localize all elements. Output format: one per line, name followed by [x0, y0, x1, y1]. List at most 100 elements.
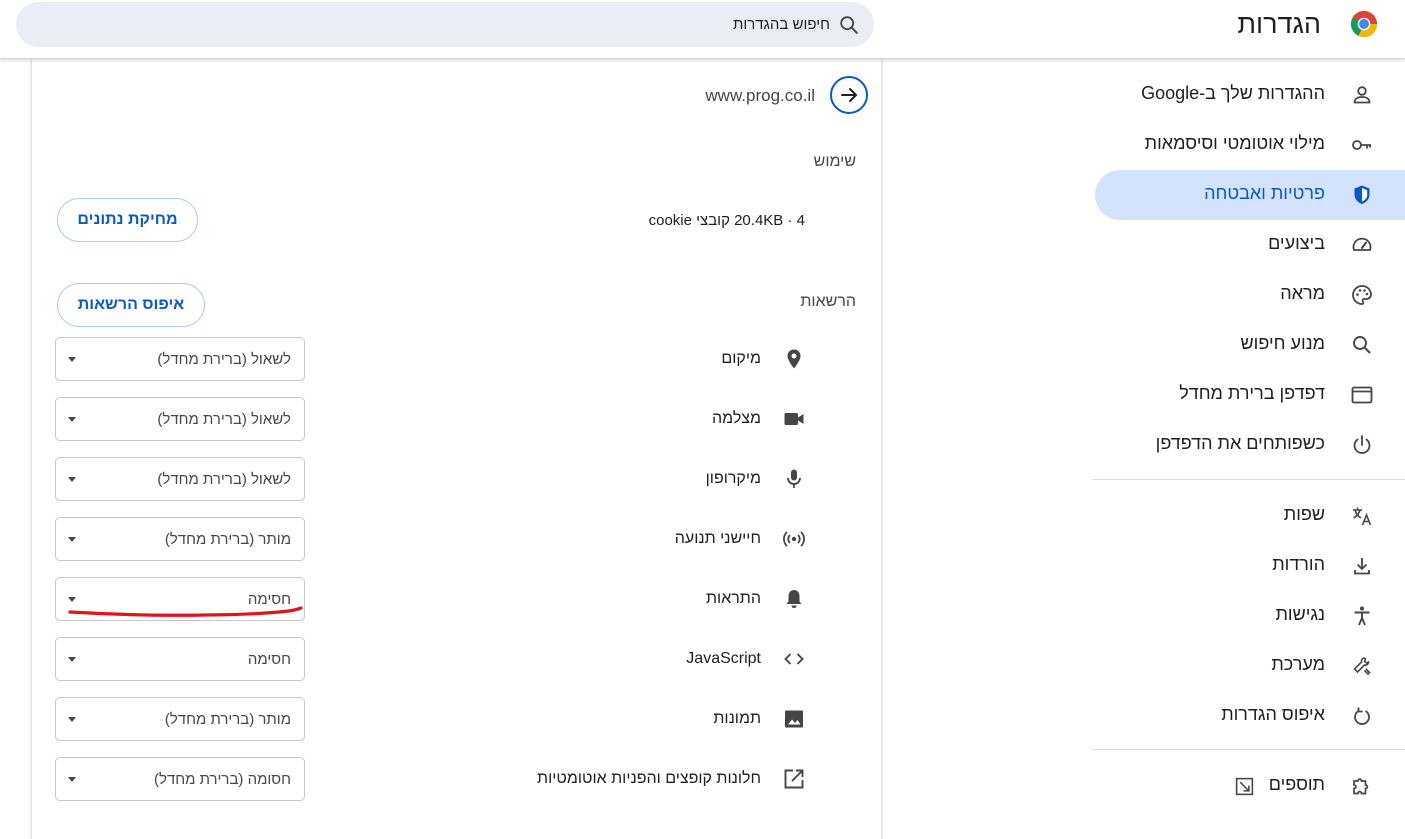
reset-icon	[1354, 707, 1370, 725]
red-annotation-underline	[68, 606, 303, 617]
sidebar-item-extensions[interactable]: תוספים	[1095, 761, 1405, 811]
permission-row-camera: מצלמה לשאול (ברירת מחדל)	[30, 397, 881, 441]
translate-icon	[1353, 507, 1372, 526]
code-icon	[784, 653, 804, 665]
sidebar-item-performance[interactable]: ביצועים	[1095, 220, 1405, 270]
sidebar-divider	[1092, 749, 1405, 750]
sidebar-item-default-browser[interactable]: דפדפן ברירת מחדל	[1095, 370, 1405, 420]
permission-label: מיקרופון	[705, 470, 761, 487]
permission-label: תמונות	[713, 710, 761, 727]
accessibility-icon	[1354, 606, 1370, 626]
sidebar-item-label: פרטיות ואבטחה	[1204, 183, 1325, 203]
person-icon	[1353, 86, 1371, 104]
select-value: לשאול (ברירת מחדל)	[157, 351, 291, 368]
reset-permissions-button[interactable]: איפוס הרשאות	[57, 283, 205, 327]
permission-row-microphone: מיקרופון לשאול (ברירת מחדל)	[30, 457, 881, 501]
open-in-new-icon	[1235, 777, 1254, 796]
select-value: מותר (ברירת מחדל)	[164, 531, 291, 548]
sidebar-item-label: מילוי אוטומטי וסיסמאות	[1144, 133, 1325, 153]
permission-row-images: תמונות מותר (ברירת מחדל)	[30, 697, 881, 741]
site-settings-card: www.prog.co.il שימוש 4 · 20.4KB קובצי co…	[31, 59, 882, 839]
palette-icon	[1352, 285, 1372, 305]
camera-icon	[784, 413, 804, 425]
sidebar-item-downloads[interactable]: הורדות	[1095, 541, 1405, 591]
sidebar-item-label: כשפותחים את הדפדפן	[1155, 433, 1325, 453]
chrome-logo-icon	[1350, 10, 1377, 38]
sidebar-item-autofill[interactable]: מילוי אוטומטי וסיסמאות	[1095, 120, 1405, 170]
power-icon	[1353, 435, 1371, 454]
sidebar-item-google-settings[interactable]: ההגדרות שלך ב-Google	[1095, 70, 1405, 120]
permission-label: JavaScript	[686, 650, 761, 667]
caret-down-icon	[68, 657, 76, 662]
image-icon	[785, 710, 803, 728]
permission-select[interactable]: חסומה (ברירת מחדל)	[55, 757, 305, 801]
permissions-section-title: הרשאות	[800, 293, 856, 310]
sidebar-item-label: ההגדרות שלך ב-Google	[1141, 83, 1325, 103]
settings-sidebar: ההגדרות שלך ב-Google מילוי אוטומטי וסיסמ…	[1092, 59, 1405, 823]
puzzle-icon	[1353, 778, 1369, 795]
caret-down-icon	[68, 597, 76, 602]
select-value: לשאול (ברירת מחדל)	[157, 471, 291, 488]
sidebar-item-on-startup[interactable]: כשפותחים את הדפדפן	[1095, 420, 1405, 470]
permission-row-javascript: JavaScript חסימה	[30, 637, 881, 681]
microphone-icon	[787, 469, 801, 488]
permission-label: חיישני תנועה	[674, 530, 761, 547]
location-pin-icon	[787, 349, 801, 369]
sidebar-item-label: מראה	[1280, 283, 1325, 303]
usage-text: 4 · 20.4KB קובצי cookie	[648, 212, 805, 229]
permission-row-popups: חלונות קופצים והפניות אוטומטיות חסומה (ב…	[30, 757, 881, 801]
permission-row-location: מיקום לשאול (ברירת מחדל)	[30, 337, 881, 381]
sidebar-item-accessibility[interactable]: נגישות	[1095, 591, 1405, 641]
search-icon	[840, 16, 858, 34]
sidebar-item-privacy-security[interactable]: פרטיות ואבטחה	[1095, 170, 1405, 220]
sidebar-item-label: שפות	[1283, 504, 1325, 524]
sidebar-item-system[interactable]: מערכת	[1095, 641, 1405, 691]
select-value: מותר (ברירת מחדל)	[164, 711, 291, 728]
back-button[interactable]	[830, 76, 868, 114]
sidebar-item-label: איפוס הגדרות	[1221, 704, 1325, 724]
page-title: הגדרות	[1237, 9, 1321, 39]
caret-down-icon	[68, 477, 76, 482]
permission-select[interactable]: לשאול (ברירת מחדל)	[55, 337, 305, 381]
usage-section-title: שימוש	[813, 153, 856, 170]
settings-search[interactable]	[16, 2, 874, 47]
permission-select[interactable]: חסימה	[55, 637, 305, 681]
download-icon	[1354, 558, 1370, 575]
sidebar-item-label: ביצועים	[1268, 233, 1325, 253]
select-value: חסימה	[247, 651, 291, 668]
sidebar-item-label: נגישות	[1275, 604, 1325, 624]
sidebar-item-appearance[interactable]: מראה	[1095, 270, 1405, 320]
wrench-icon	[1353, 657, 1371, 676]
shield-icon	[1354, 185, 1370, 204]
sidebar-item-label: מערכת	[1271, 654, 1325, 674]
select-value: חסומה (ברירת מחדל)	[154, 771, 291, 788]
permission-select[interactable]: לשאול (ברירת מחדל)	[55, 397, 305, 441]
permission-select[interactable]: לשאול (ברירת מחדל)	[55, 457, 305, 501]
caret-down-icon	[68, 717, 76, 722]
permission-label: חלונות קופצים והפניות אוטומטיות	[537, 770, 761, 787]
bell-icon	[786, 590, 802, 608]
sidebar-item-search-engine[interactable]: מנוע חיפוש	[1095, 320, 1405, 370]
arrow-icon	[841, 88, 857, 102]
caret-down-icon	[68, 537, 76, 542]
key-icon	[1352, 140, 1371, 150]
search-icon	[1353, 336, 1371, 354]
speedometer-icon	[1352, 237, 1372, 251]
clear-data-button[interactable]: מחיקת נתונים	[57, 198, 198, 242]
caret-down-icon	[68, 357, 76, 362]
permission-select[interactable]: מותר (ברירת מחדל)	[55, 697, 305, 741]
caret-down-icon	[68, 777, 76, 782]
browser-window-icon	[1351, 386, 1373, 404]
permission-row-motion-sensors: חיישני תנועה מותר (ברירת מחדל)	[30, 517, 881, 561]
motion-sensor-icon	[783, 531, 805, 547]
caret-down-icon	[68, 417, 76, 422]
search-input[interactable]	[70, 2, 830, 47]
permission-label: התראות	[706, 590, 761, 607]
permission-select[interactable]: מותר (ברירת מחדל)	[55, 517, 305, 561]
open-external-icon	[784, 769, 804, 789]
permission-label: מיקום	[721, 350, 761, 367]
sidebar-item-reset-settings[interactable]: איפוס הגדרות	[1095, 691, 1405, 741]
permission-label: מצלמה	[712, 410, 761, 427]
sidebar-item-label: תוספים	[1268, 774, 1325, 794]
sidebar-item-languages[interactable]: שפות	[1095, 491, 1405, 541]
